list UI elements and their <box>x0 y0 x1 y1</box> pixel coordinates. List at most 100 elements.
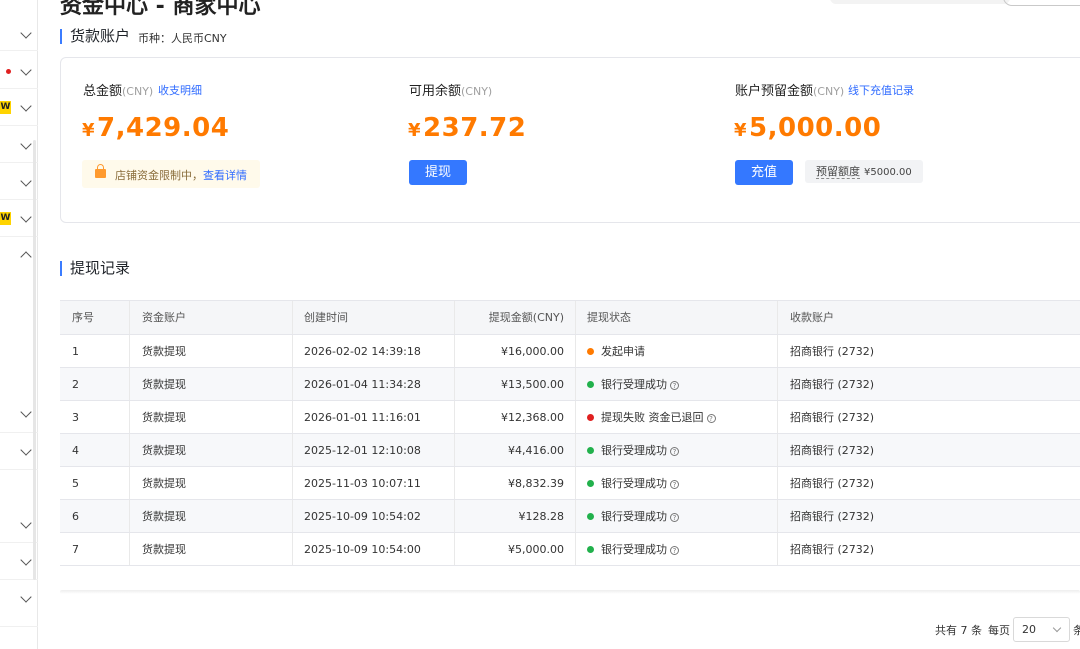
status-dot-icon <box>587 381 594 388</box>
column-header-payee: 收款账户 <box>790 311 834 324</box>
page-title: 资金中心 - 商家中心 <box>60 0 261 19</box>
total-amount-value: ¥7,429.04 <box>82 113 229 143</box>
cell-time: 2026-01-01 11:16:01 <box>293 401 455 433</box>
cell-payee: 招商银行 (2732) <box>790 477 875 490</box>
help-circle-icon[interactable]: ? <box>670 447 679 456</box>
available-label-text: 可用余额 <box>409 84 462 99</box>
cell-status: 发起申请 <box>576 335 778 367</box>
available-balance-value: ¥237.72 <box>408 113 526 143</box>
status-dot-icon <box>587 480 594 487</box>
reserve-quota-tag: 预留额度 ¥5000.00 <box>805 160 923 183</box>
chevron-down-icon <box>20 444 32 456</box>
cell-status: 提现失败 资金已退回? <box>576 401 778 433</box>
cell-payee: 招商银行 (2732) <box>790 345 875 358</box>
status-dot-icon <box>587 513 594 520</box>
cell-account: 货款提现 <box>130 368 293 400</box>
sidebar-item-12[interactable] <box>0 590 38 610</box>
page-size-suffix: 条 <box>1073 624 1080 637</box>
currency-symbol: ¥ <box>408 120 422 141</box>
cell-status: 银行受理成功? <box>576 467 778 499</box>
fund-restriction-notice: 店铺资金限制中，查看详情 <box>82 160 260 188</box>
cell-amount: ¥4,416.00 <box>455 434 576 466</box>
table-row: 4 货款提现 2025-12-01 12:10:08 ¥4,416.00 银行受理成功?… <box>60 434 1080 467</box>
column-header-account: 资金账户 <box>130 301 293 334</box>
status-dot-icon <box>587 414 594 421</box>
cell-time: 2025-10-09 10:54:00 <box>293 533 455 565</box>
status-text: 发起申请 <box>601 345 645 358</box>
cell-amount: ¥8,832.39 <box>455 467 576 499</box>
status-text: 银行受理成功 <box>601 444 667 457</box>
help-circle-icon[interactable]: ? <box>670 480 679 489</box>
cell-time: 2025-12-01 12:10:08 <box>293 434 455 466</box>
available-amount-number: 237.72 <box>423 113 527 143</box>
page-size-value: 20 <box>1022 623 1036 636</box>
cell-no: 5 <box>60 467 130 499</box>
help-circle-icon[interactable]: ? <box>706 414 716 423</box>
lock-icon <box>95 164 106 178</box>
cell-status: 银行受理成功? <box>576 368 778 400</box>
reserve-label-text: 账户预留金额 <box>735 84 814 99</box>
cell-status: 银行受理成功? <box>576 533 778 565</box>
chevron-down-icon <box>1052 623 1062 633</box>
help-circle-icon[interactable]: ? <box>670 546 679 555</box>
withdraw-records-title: 提现记录 <box>60 261 130 276</box>
view-details-link[interactable]: 查看详情 <box>203 169 247 182</box>
cell-payee: 招商银行 (2732) <box>790 510 875 523</box>
cell-no: 3 <box>60 401 130 433</box>
sidebar-item-1[interactable] <box>0 26 38 46</box>
top-action-button[interactable] <box>1003 0 1080 6</box>
status-text: 银行受理成功 <box>601 477 667 490</box>
currency-symbol: ¥ <box>734 120 748 141</box>
chevron-down-icon <box>20 27 32 39</box>
column-header-no: 序号 <box>60 301 130 334</box>
column-header-time: 创建时间 <box>293 301 455 334</box>
total-label-text: 总金额 <box>83 84 123 99</box>
page-size-select[interactable]: 20 <box>1013 617 1070 642</box>
cell-status: 银行受理成功? <box>576 434 778 466</box>
account-section-title: 货款账户 <box>60 29 130 44</box>
reserve-amount-label: 账户预留金额(CNY) <box>735 80 844 99</box>
page-size-label: 每页 <box>988 624 1010 637</box>
sidebar-item-3[interactable]: W <box>0 99 38 119</box>
cell-account: 货款提现 <box>130 533 293 565</box>
withdraw-records-table: 序号 资金账户 创建时间 提现金额(CNY) 提现状态 收款账户 1 货款提现 20… <box>60 300 1080 566</box>
sidebar-divider <box>0 88 38 89</box>
cell-amount: ¥13,500.00 <box>455 368 576 400</box>
reserve-amount-value: ¥5,000.00 <box>734 113 881 143</box>
total-unit: (CNY) <box>122 85 154 98</box>
quota-value: ¥5000.00 <box>864 167 912 178</box>
available-balance-label: 可用余额(CNY) <box>409 80 492 99</box>
table-row: 7 货款提现 2025-10-09 10:54:00 ¥5,000.00 银行受理成功?… <box>60 533 1080 566</box>
cell-payee: 招商银行 (2732) <box>790 444 875 457</box>
sidebar-divider <box>0 50 38 51</box>
cell-status: 银行受理成功? <box>576 500 778 532</box>
help-circle-icon[interactable]: ? <box>670 381 679 390</box>
top-search-bar[interactable] <box>830 0 1010 4</box>
help-circle-icon[interactable]: ? <box>670 513 679 522</box>
column-header-amount: 提现金额(CNY) <box>455 301 576 334</box>
cell-amount: ¥128.28 <box>455 500 576 532</box>
status-dot-icon <box>587 447 594 454</box>
cell-time: 2025-11-03 10:07:11 <box>293 467 455 499</box>
sidebar-divider <box>0 626 38 627</box>
table-row: 6 货款提现 2025-10-09 10:54:02 ¥128.28 银行受理成功? 招商… <box>60 500 1080 533</box>
status-dot-icon <box>587 348 594 355</box>
cell-no: 2 <box>60 368 130 400</box>
status-text: 银行受理成功 <box>601 510 667 523</box>
sidebar-item-2[interactable] <box>0 63 38 83</box>
chevron-down-icon <box>20 64 32 76</box>
cell-no: 4 <box>60 434 130 466</box>
recharge-button[interactable]: 充值 <box>735 160 793 185</box>
offline-recharge-records-link[interactable]: 线下充值记录 <box>848 82 914 98</box>
table-header-row: 序号 资金账户 创建时间 提现金额(CNY) 提现状态 收款账户 <box>60 301 1080 335</box>
available-unit: (CNY) <box>461 85 493 98</box>
income-expense-detail-link[interactable]: 收支明细 <box>158 82 202 98</box>
horizontal-scrollbar[interactable] <box>60 590 1080 594</box>
table-row: 2 货款提现 2026-01-04 11:34:28 ¥13,500.00 银行受理成功… <box>60 368 1080 401</box>
status-dot-icon <box>587 546 594 553</box>
withdraw-button[interactable]: 提现 <box>409 160 467 185</box>
sidebar-scrollbar[interactable] <box>33 140 36 580</box>
new-badge: W <box>0 212 11 225</box>
sidebar: W W <box>0 0 38 649</box>
table-row: 1 货款提现 2026-02-02 14:39:18 ¥16,000.00 发起申请 招商… <box>60 335 1080 368</box>
